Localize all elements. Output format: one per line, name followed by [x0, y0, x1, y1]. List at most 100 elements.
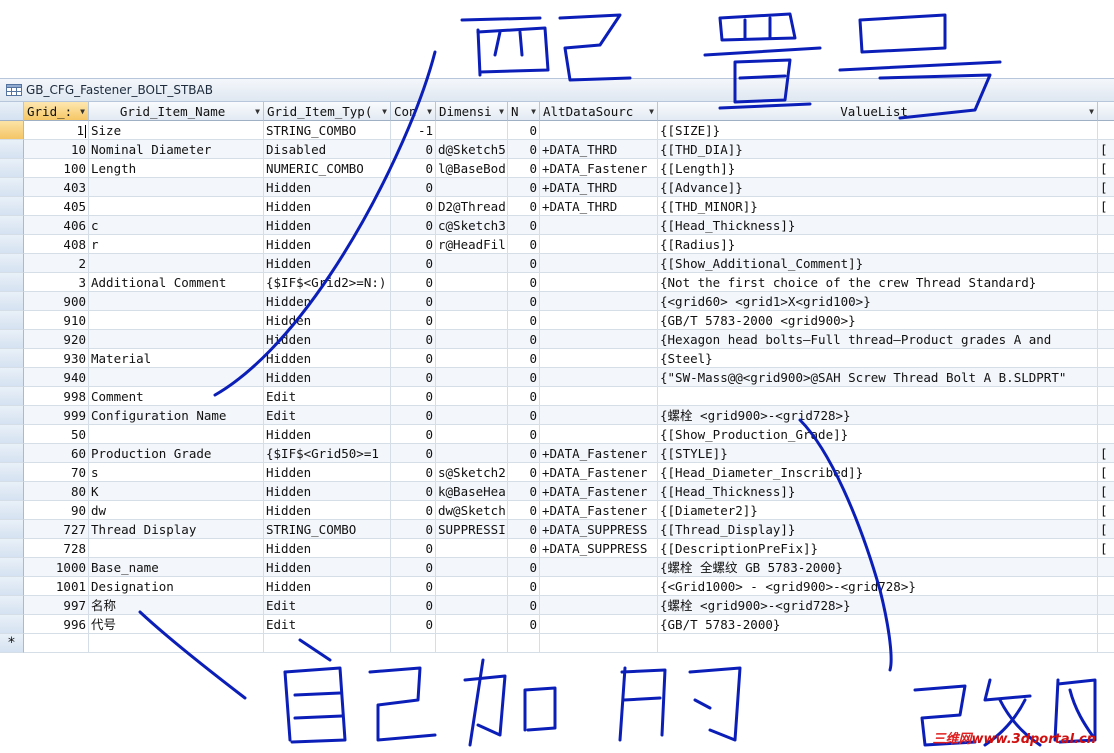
cell-n[interactable]: 0: [508, 121, 540, 140]
cell-val[interactable]: {螺栓 全螺纹 GB 5783-2000}: [658, 558, 1098, 577]
column-header-8[interactable]: ValueList ▼: [658, 102, 1098, 121]
cell-dim[interactable]: dw@Sketch: [436, 501, 508, 520]
cell-dim[interactable]: c@Sketch3: [436, 216, 508, 235]
cell-n[interactable]: 0: [508, 501, 540, 520]
cell-dim[interactable]: [436, 558, 508, 577]
cell-dim[interactable]: [436, 349, 508, 368]
table-row[interactable]: 100 Length NUMERIC_COMBO 0 l@BaseBod 0 +DATA_F…: [0, 159, 1114, 178]
row-selector[interactable]: [0, 273, 24, 292]
row-selector[interactable]: [0, 216, 24, 235]
cell-name[interactable]: c: [89, 216, 264, 235]
new-record-cell[interactable]: [508, 634, 540, 653]
dropdown-arrow-icon[interactable]: ▼: [649, 102, 654, 120]
cell-dim[interactable]: [436, 254, 508, 273]
new-record-cell[interactable]: [540, 634, 658, 653]
cell-val[interactable]: [658, 387, 1098, 406]
cell-val[interactable]: {<grid60> <grid1>X<grid100>}: [658, 292, 1098, 311]
table-row[interactable]: 90 dw Hidden 0 dw@Sketch 0 +DATA_Fastener {[Dia…: [0, 501, 1114, 520]
cell-id[interactable]: 900: [24, 292, 89, 311]
cell-n[interactable]: 0: [508, 577, 540, 596]
cell-extra[interactable]: [: [1098, 197, 1114, 216]
cell-val[interactable]: {[Thread_Display]}: [658, 520, 1098, 539]
table-row[interactable]: 403 Hidden 0 0 +DATA_THRD {[Advance]} [: [0, 178, 1114, 197]
cell-n[interactable]: 0: [508, 292, 540, 311]
cell-name[interactable]: Comment: [89, 387, 264, 406]
cell-dim[interactable]: D2@Thread: [436, 197, 508, 216]
new-record-cell[interactable]: [658, 634, 1098, 653]
cell-name[interactable]: [89, 425, 264, 444]
cell-extra[interactable]: [1098, 254, 1114, 273]
cell-val[interactable]: {[Advance]}: [658, 178, 1098, 197]
cell-dim[interactable]: [436, 121, 508, 140]
cell-n[interactable]: 0: [508, 520, 540, 539]
cell-n[interactable]: 0: [508, 444, 540, 463]
cell-con[interactable]: 0: [391, 349, 436, 368]
cell-id[interactable]: 997: [24, 596, 89, 615]
dropdown-arrow-icon[interactable]: ▼: [499, 102, 504, 120]
cell-extra[interactable]: [: [1098, 463, 1114, 482]
cell-n[interactable]: 0: [508, 254, 540, 273]
cell-val[interactable]: {[Head_Thickness]}: [658, 216, 1098, 235]
cell-extra[interactable]: [1098, 387, 1114, 406]
cell-val[interactable]: {GB/T 5783-2000 <grid900>}: [658, 311, 1098, 330]
cell-con[interactable]: 0: [391, 254, 436, 273]
cell-con[interactable]: 0: [391, 273, 436, 292]
cell-con[interactable]: 0: [391, 311, 436, 330]
cell-extra[interactable]: [1098, 615, 1114, 634]
cell-alt[interactable]: +DATA_SUPPRESS: [540, 539, 658, 558]
cell-con[interactable]: 0: [391, 596, 436, 615]
window-titlebar[interactable]: GB_CFG_Fastener_BOLT_STBAB: [0, 78, 1114, 102]
cell-type[interactable]: Edit: [264, 387, 391, 406]
cell-n[interactable]: 0: [508, 159, 540, 178]
row-selector[interactable]: [0, 482, 24, 501]
cell-name[interactable]: Thread Display: [89, 520, 264, 539]
table-row[interactable]: 2 Hidden 0 0 {[Show_Additional_Comment]}: [0, 254, 1114, 273]
cell-name[interactable]: 代号: [89, 615, 264, 634]
cell-val[interactable]: {[Head_Thickness]}: [658, 482, 1098, 501]
row-selector[interactable]: [0, 577, 24, 596]
cell-alt[interactable]: [540, 596, 658, 615]
cell-con[interactable]: 0: [391, 577, 436, 596]
cell-id[interactable]: 930: [24, 349, 89, 368]
cell-type[interactable]: Hidden: [264, 539, 391, 558]
cell-dim[interactable]: [436, 178, 508, 197]
cell-extra[interactable]: [: [1098, 539, 1114, 558]
table-row[interactable]: 900 Hidden 0 0 {<grid60> <grid1>X<grid100>}: [0, 292, 1114, 311]
cell-dim[interactable]: l@BaseBod: [436, 159, 508, 178]
cell-extra[interactable]: [: [1098, 444, 1114, 463]
cell-alt[interactable]: [540, 311, 658, 330]
cell-dim[interactable]: s@Sketch2: [436, 463, 508, 482]
cell-con[interactable]: 0: [391, 520, 436, 539]
cell-dim[interactable]: [436, 292, 508, 311]
row-selector[interactable]: [0, 463, 24, 482]
table-row[interactable]: 408 r Hidden 0 r@HeadFil 0 {[Radius]}: [0, 235, 1114, 254]
cell-con[interactable]: 0: [391, 539, 436, 558]
cell-name[interactable]: Material: [89, 349, 264, 368]
cell-name[interactable]: Additional Comment: [89, 273, 264, 292]
row-selector[interactable]: [0, 197, 24, 216]
cell-val[interactable]: {GB/T 5783-2000}: [658, 615, 1098, 634]
cell-extra[interactable]: [1098, 577, 1114, 596]
cell-n[interactable]: 0: [508, 596, 540, 615]
cell-con[interactable]: 0: [391, 235, 436, 254]
cell-alt[interactable]: +DATA_THRD: [540, 140, 658, 159]
cell-alt[interactable]: [540, 216, 658, 235]
cell-dim[interactable]: [436, 406, 508, 425]
cell-n[interactable]: 0: [508, 387, 540, 406]
select-all-corner[interactable]: [0, 102, 24, 121]
table-row[interactable]: 997 名称 Edit 0 0 {螺栓 <grid900>-<grid728>}: [0, 596, 1114, 615]
new-record-cell[interactable]: [436, 634, 508, 653]
cell-alt[interactable]: [540, 273, 658, 292]
cell-n[interactable]: 0: [508, 463, 540, 482]
new-record-cell[interactable]: [1098, 634, 1114, 653]
cell-id[interactable]: 910: [24, 311, 89, 330]
cell-alt[interactable]: [540, 406, 658, 425]
row-selector[interactable]: [0, 349, 24, 368]
cell-alt[interactable]: [540, 235, 658, 254]
column-header-6[interactable]: N ▼: [508, 102, 540, 121]
cell-n[interactable]: 0: [508, 311, 540, 330]
cell-dim[interactable]: [436, 425, 508, 444]
cell-val[interactable]: {[STYLE]}: [658, 444, 1098, 463]
dropdown-arrow-icon[interactable]: ▼: [255, 102, 260, 120]
cell-extra[interactable]: [1098, 273, 1114, 292]
